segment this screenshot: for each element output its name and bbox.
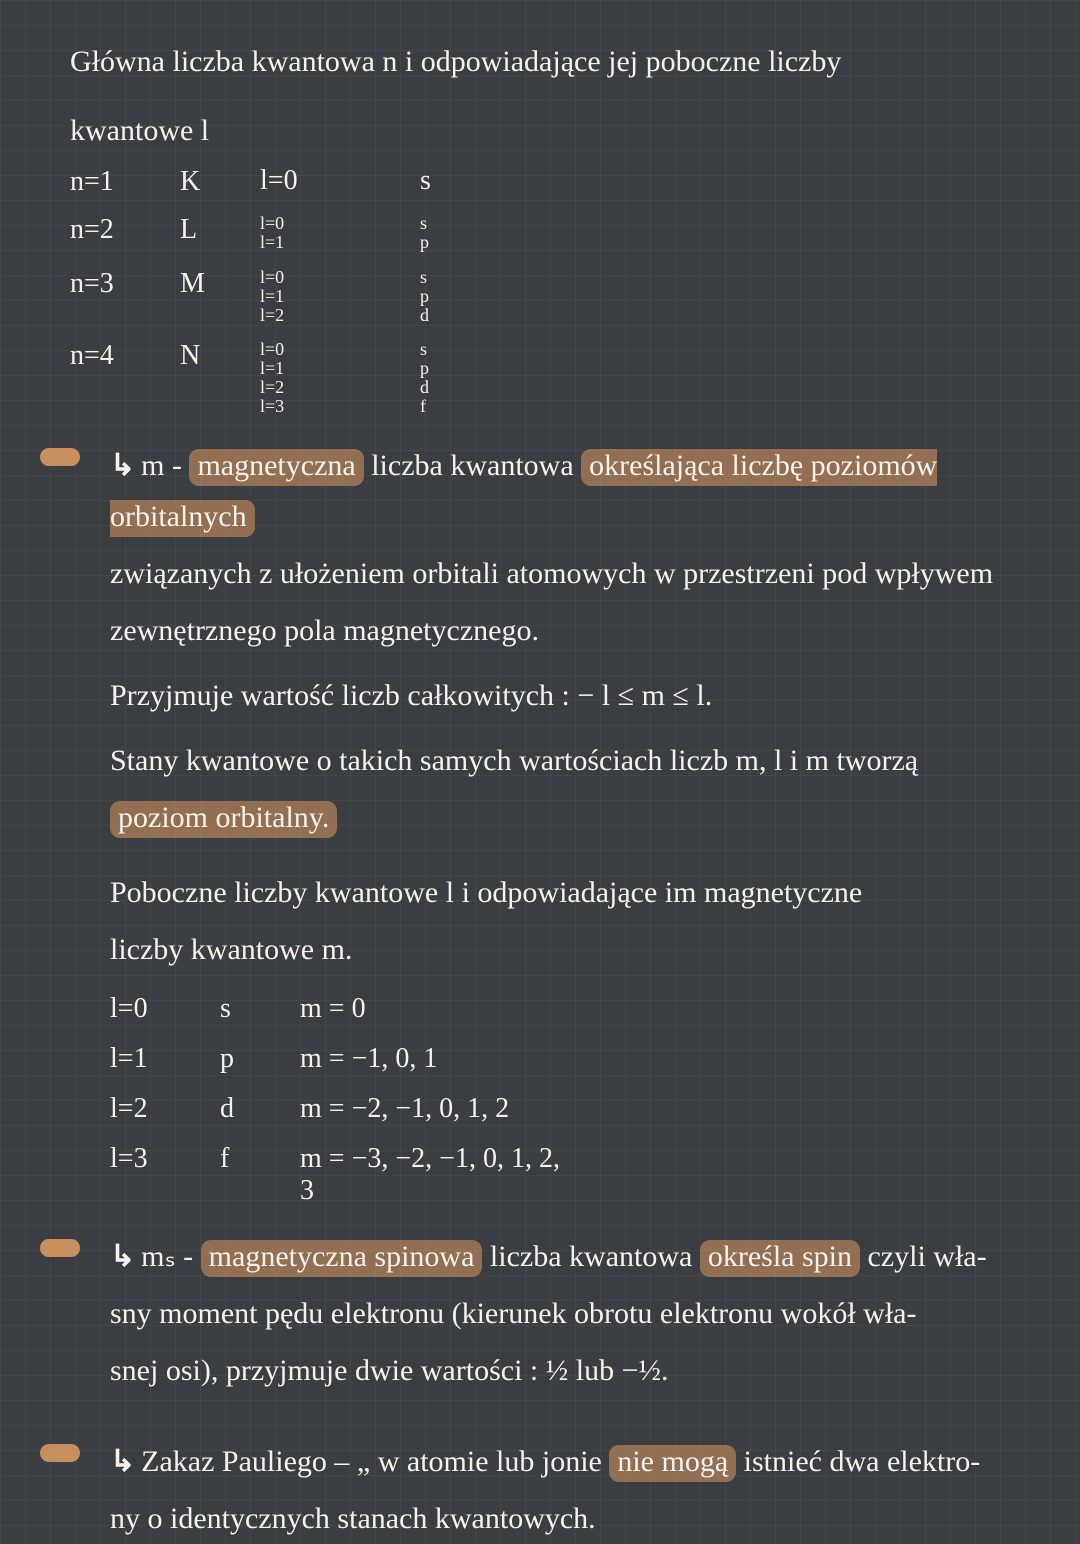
cell-orb: spdf bbox=[420, 340, 500, 416]
body-text: Stany kwantowe o takich samych wartościa… bbox=[70, 735, 1010, 786]
cell-m: m = −3, −2, −1, 0, 1, 2, 3 bbox=[300, 1143, 560, 1207]
body-text: związanych z ułożeniem orbitali atomowyc… bbox=[70, 548, 1010, 599]
body-text: ny o identycznych stanach kwantowych. bbox=[70, 1493, 1010, 1544]
table-n-l: n=1Kl=0s n=2Ll=0l=1sp n=3Ml=0l=1l=2spd n=4N… bbox=[70, 166, 1010, 416]
cell-orb: p bbox=[220, 1043, 300, 1075]
cell-n: n=4 bbox=[70, 340, 180, 372]
cell-l: l=2 bbox=[110, 1093, 220, 1125]
table-row: n=2Ll=0l=1sp bbox=[70, 214, 1010, 252]
arrow-icon: ↳ bbox=[110, 449, 135, 482]
highlight: magnetyczna bbox=[189, 449, 363, 486]
table-row: n=4Nl=0l=1l=2l=3spdf bbox=[70, 340, 1010, 416]
body-text: sny moment pędu elektronu (kierunek obro… bbox=[70, 1288, 1010, 1339]
table-row: l=1pm = −1, 0, 1 bbox=[110, 1043, 1010, 1075]
table-row: n=3Ml=0l=1l=2spd bbox=[70, 268, 1010, 325]
cell-l: l=3 bbox=[110, 1143, 220, 1175]
table-row: l=3fm = −3, −2, −1, 0, 1, 2, 3 bbox=[110, 1143, 1010, 1207]
cell-m: m = −1, 0, 1 bbox=[300, 1043, 560, 1075]
cell-m: m = −2, −1, 0, 1, 2 bbox=[300, 1093, 560, 1125]
arrow-icon: ↳ bbox=[110, 1240, 135, 1273]
heading-2b: liczby kwantowe m. bbox=[70, 924, 1010, 975]
table-l-m: l=0sm = 0 l=1pm = −1, 0, 1 l=2dm = −2, −1,… bbox=[70, 993, 1010, 1207]
cell-l: l=0l=1 bbox=[260, 214, 420, 252]
cell-shell: M bbox=[180, 268, 260, 300]
cell-shell: N bbox=[180, 340, 260, 372]
cell-shell: K bbox=[180, 166, 260, 198]
cell-l: l=0l=1l=2l=3 bbox=[260, 340, 420, 416]
table-row: l=0sm = 0 bbox=[110, 993, 1010, 1025]
ms-definition: ↳mₛ - magnetyczna spinowa liczba kwantow… bbox=[70, 1231, 1010, 1282]
body-text: snej osi), przyjmuje dwie wartości : ½ l… bbox=[70, 1345, 1010, 1396]
body-text: poziom orbitalny. bbox=[70, 792, 1010, 843]
cell-orb: s bbox=[220, 993, 300, 1025]
cell-l: l=0 bbox=[260, 166, 420, 195]
highlight: nie mogą bbox=[609, 1445, 736, 1482]
cell-orb: d bbox=[220, 1093, 300, 1125]
table-row: l=2dm = −2, −1, 0, 1, 2 bbox=[110, 1093, 1010, 1125]
pauli-definition: ↳Zakaz Pauliego – „ w atomie lub jonie n… bbox=[70, 1436, 1010, 1487]
cell-n: n=1 bbox=[70, 166, 180, 198]
cell-l: l=1 bbox=[110, 1043, 220, 1075]
m-definition: ↳m - magnetyczna liczba kwantowa określa… bbox=[70, 440, 1010, 542]
heading-line-2: kwantowe l bbox=[70, 105, 1010, 156]
heading-line-1: Główna liczba kwantowa n i odpowiadające… bbox=[70, 36, 1010, 87]
cell-orb: s bbox=[420, 166, 500, 195]
cell-orb: sp bbox=[420, 214, 500, 252]
cell-shell: L bbox=[180, 214, 260, 246]
body-text: zewnętrznego pola magnetycznego. bbox=[70, 605, 1010, 656]
highlight: poziom orbitalny. bbox=[110, 801, 337, 838]
cell-orb: f bbox=[220, 1143, 300, 1175]
cell-orb: spd bbox=[420, 268, 500, 325]
cell-l: l=0l=1l=2 bbox=[260, 268, 420, 325]
cell-m: m = 0 bbox=[300, 993, 560, 1025]
body-text: Przyjmuje wartość liczb całkowitych : − … bbox=[70, 670, 1010, 721]
highlight: magnetyczna spinowa bbox=[201, 1240, 483, 1277]
heading-2a: Poboczne liczby kwantowe l i odpowiadają… bbox=[70, 867, 1010, 918]
cell-n: n=2 bbox=[70, 214, 180, 246]
cell-l: l=0 bbox=[110, 993, 220, 1025]
cell-n: n=3 bbox=[70, 268, 180, 300]
table-row: n=1Kl=0s bbox=[70, 166, 1010, 198]
highlight: określa spin bbox=[700, 1240, 860, 1277]
arrow-icon: ↳ bbox=[110, 1445, 135, 1478]
